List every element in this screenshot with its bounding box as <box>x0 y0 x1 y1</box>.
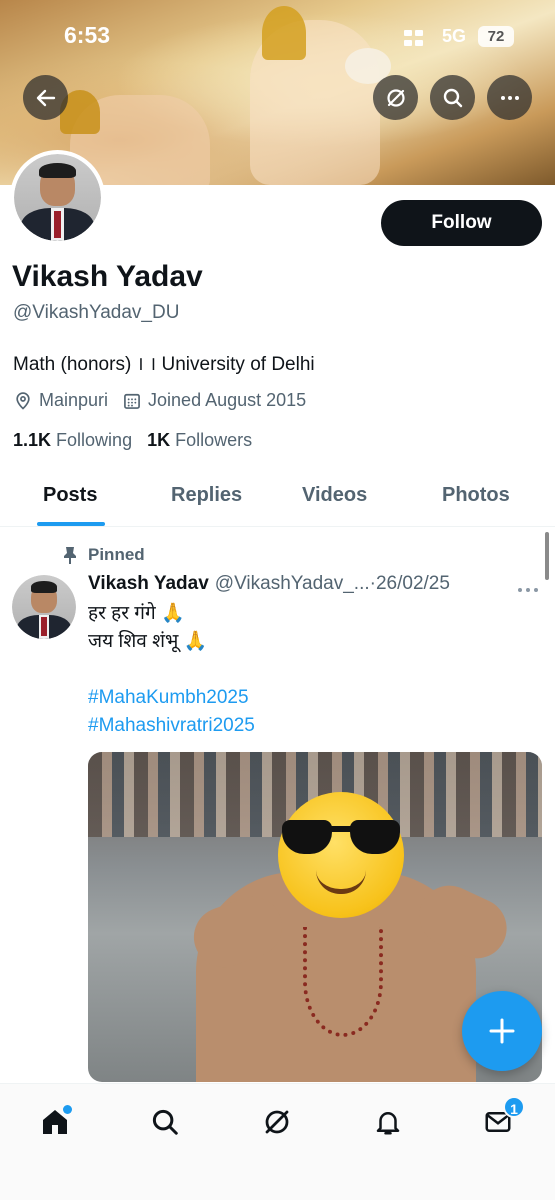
display-name: Vikash Yadav <box>12 260 203 293</box>
nav-search[interactable] <box>145 1102 185 1142</box>
search-icon <box>443 88 462 107</box>
network-label: 5G <box>442 26 467 46</box>
location-text: Mainpuri <box>39 390 109 410</box>
location-pin-icon <box>16 391 30 410</box>
bottom-navigation: 1 <box>0 1083 555 1200</box>
profile-tabs: Posts Replies Videos Photos <box>0 470 555 527</box>
profile-bio: Math (honors) । । University of Delhi <box>13 354 315 375</box>
profile-meta: Mainpuri Joined August 2015 <box>13 390 320 411</box>
location: Mainpuri <box>13 390 108 411</box>
grok-icon <box>386 88 405 107</box>
pin-icon <box>64 547 76 564</box>
post-text-line: हर हर गंगे 🙏 <box>88 603 185 624</box>
search-icon <box>152 1109 178 1135</box>
grok-button[interactable] <box>373 75 418 120</box>
tab-posts[interactable]: Posts <box>43 484 97 507</box>
post-date[interactable]: ·26/02/25 <box>370 573 450 595</box>
nav-home[interactable] <box>35 1102 75 1142</box>
messages-badge: 1 <box>503 1096 525 1118</box>
followers-link[interactable]: 1K Followers <box>147 430 252 451</box>
tab-videos[interactable]: Videos <box>302 484 367 507</box>
sunglasses-emoji-icon <box>278 792 404 918</box>
post-author-avatar[interactable] <box>12 575 76 639</box>
compose-button[interactable] <box>462 991 542 1071</box>
more-icon <box>518 588 538 592</box>
following-count: 1.1K <box>13 430 52 450</box>
nav-messages[interactable]: 1 <box>478 1096 525 1142</box>
profile-avatar[interactable] <box>10 150 105 245</box>
search-button[interactable] <box>430 75 475 120</box>
follow-stats: 1.1K Following 1K Followers <box>13 430 267 451</box>
nav-notifications[interactable] <box>368 1102 408 1142</box>
profile-handle: @VikashYadav_DU <box>13 302 180 323</box>
status-time: 6:53 <box>64 22 111 48</box>
plus-icon <box>489 1018 515 1044</box>
active-tab-indicator <box>37 522 105 526</box>
signal-icon <box>404 30 426 46</box>
notifications-icon <box>376 1112 400 1135</box>
post-header: Vikash Yadav @VikashYadav_... ·26/02/25 <box>88 573 450 595</box>
followers-count: 1K <box>147 430 171 450</box>
following-link[interactable]: 1.1K Following <box>13 430 132 451</box>
more-icon <box>500 95 519 100</box>
join-date-text: Joined August 2015 <box>148 390 307 410</box>
home-unread-dot <box>63 1105 72 1114</box>
tab-photos[interactable]: Photos <box>442 484 510 507</box>
join-date: Joined August 2015 <box>122 390 306 411</box>
scrollbar[interactable] <box>545 532 549 580</box>
hashtag-link[interactable]: #Mahashivratri2025 <box>88 712 255 740</box>
post-more-button[interactable] <box>517 581 539 599</box>
post-author-handle[interactable]: @VikashYadav_... <box>215 573 370 595</box>
calendar-icon <box>124 393 140 409</box>
post-body: हर हर गंगे 🙏 जय शिव शंभू 🙏 #MahaKumbh202… <box>88 600 255 740</box>
followers-label: Followers <box>175 430 253 450</box>
follow-button[interactable]: Follow <box>381 200 542 246</box>
back-button[interactable] <box>23 75 68 120</box>
back-arrow-icon <box>36 89 55 106</box>
more-button[interactable] <box>487 75 532 120</box>
status-bar: 6:53 5G 72 <box>0 18 555 58</box>
hashtag-link[interactable]: #MahaKumbh2025 <box>88 684 255 712</box>
nav-grok[interactable] <box>257 1102 297 1142</box>
post-text-line: जय शिव शंभू 🙏 <box>88 631 208 652</box>
pinned-text: Pinned <box>88 545 145 564</box>
pinned-label: Pinned <box>62 545 145 565</box>
following-label: Following <box>56 430 133 450</box>
battery-icon: 72 <box>478 26 514 47</box>
tab-replies[interactable]: Replies <box>171 484 242 507</box>
post-author-name[interactable]: Vikash Yadav <box>88 573 209 595</box>
grok-icon <box>265 1110 289 1134</box>
